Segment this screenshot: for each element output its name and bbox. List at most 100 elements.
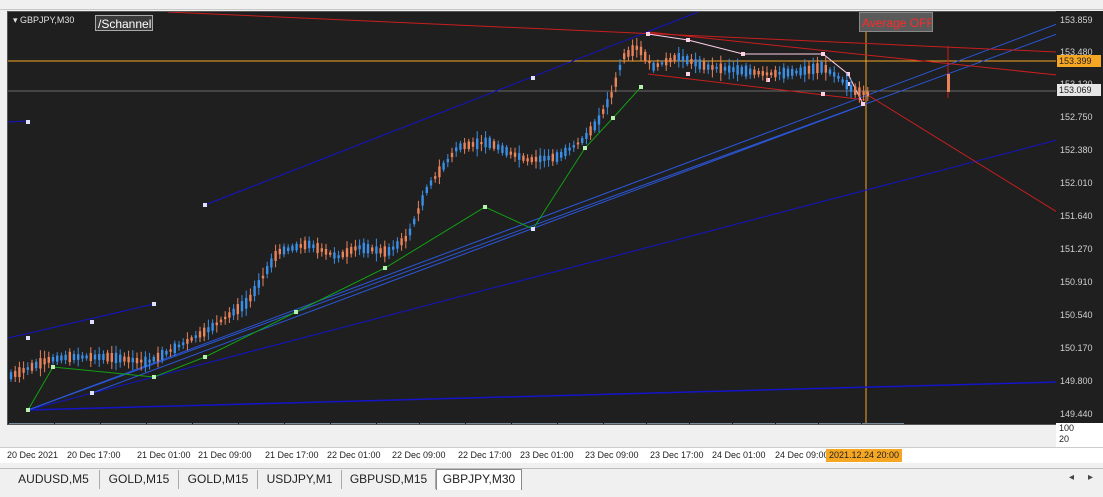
candle-body (274, 251, 277, 261)
candle-body (408, 228, 412, 236)
symbol-button-sp500[interactable]: [SP500] (819, 423, 861, 424)
candle-body (81, 355, 84, 359)
symbol-button-usdjpy[interactable]: USDJPY (512, 423, 557, 424)
symbol-button-dji30[interactable]: [DJI30] (776, 423, 818, 424)
candle-body (476, 138, 479, 150)
candle-body (182, 342, 185, 345)
symbol-button-euraud[interactable]: EURAUD (862, 423, 904, 424)
candle-body (728, 65, 731, 73)
symbol-button-gbpnzd[interactable]: GBPNZD (101, 423, 146, 424)
symbol-button-audusd[interactable]: AUDUSD (147, 423, 192, 424)
candle-body (85, 355, 88, 359)
candle-body (614, 77, 617, 87)
price-label: 150.170 (1060, 343, 1093, 353)
candle-body (165, 351, 168, 355)
symbol-button-eurjpy[interactable]: EURJPY (285, 423, 330, 424)
candle-body (673, 55, 676, 62)
candle-body (652, 62, 655, 71)
candle-body (39, 358, 42, 369)
candle-body (732, 67, 735, 72)
candle-body (530, 157, 533, 163)
line-price-tag: 153.069 (1057, 84, 1101, 96)
tab-gbpjpy-m30[interactable]: GBPJPY,M30 (436, 469, 522, 490)
price-label: 151.270 (1060, 244, 1093, 254)
candle-body (585, 132, 588, 139)
pivot-marker (686, 72, 690, 76)
candle-body (60, 355, 63, 361)
candle-body (123, 356, 126, 362)
candle-body (513, 152, 517, 157)
candle-body (371, 247, 374, 252)
candle-body (173, 343, 176, 354)
candle-body (686, 55, 689, 65)
candle-body (198, 331, 202, 338)
candle-body (665, 58, 668, 66)
time-label: 23 Dec 17:00 (650, 450, 704, 460)
tab-audusd-m5[interactable]: AUDUSD,M5 (8, 470, 100, 489)
candle-body (341, 251, 344, 258)
candle-body (144, 356, 147, 367)
candle-body (522, 155, 525, 161)
symbol-button-usdcad[interactable]: USDCAD (420, 423, 465, 424)
candle-body (791, 69, 794, 76)
candle-body (816, 63, 819, 74)
candle-body (547, 155, 550, 161)
tab-gbpusd-m15[interactable]: GBPUSD,M15 (342, 470, 436, 489)
candle-body (257, 280, 260, 288)
pivot-marker (821, 92, 825, 96)
symbol-button-gbpusd[interactable]: GBPUSD (331, 423, 376, 424)
terminal-window: ▾ GBPJPY,M30 /Schannel Average OFF GBPAU… (0, 0, 1103, 497)
tab-usdjpy-m1[interactable]: USDJPY,M1 (258, 470, 342, 489)
symbol-button-audcad[interactable]: AUDCAD (690, 423, 732, 424)
candle-body (602, 109, 605, 114)
candle-body (778, 71, 781, 75)
candle-body (249, 294, 252, 302)
candle-body (623, 53, 626, 60)
regression-line (27, 23, 1057, 411)
average-off-button[interactable]: Average OFF (859, 12, 933, 32)
schannel-button[interactable]: /Schannel (95, 15, 153, 31)
channel-line (8, 120, 29, 123)
price-axis: 153.859153.480153.120152.750152.380152.0… (1056, 11, 1103, 423)
symbol-button-dax40[interactable]: [DAX40] (604, 423, 646, 424)
channel-line (8, 303, 155, 339)
candle-body (492, 141, 496, 149)
candle-body (471, 142, 475, 147)
red-channel-line (865, 93, 1057, 213)
candle-body (539, 155, 542, 163)
symbol-button-eurusd[interactable]: EURUSD (193, 423, 238, 424)
candle-body (333, 252, 336, 259)
symbol-button-audnzd[interactable]: AUDNZD (733, 423, 775, 424)
symbol-button-gbpcad[interactable]: GBPCAD (55, 423, 100, 424)
candle-body (131, 357, 134, 363)
symbol-button-eurgbp[interactable]: EURGBP (239, 423, 284, 424)
candle-body (190, 337, 193, 341)
candle-body (22, 368, 25, 373)
price-chart[interactable]: ▾ GBPJPY,M30 /Schannel Average OFF GBPAU… (7, 11, 1058, 425)
current-price-tag: 153.399 (1057, 55, 1101, 67)
symbol-button-gbpjpy[interactable]: GBPJPY (377, 423, 419, 424)
symbol-button-usdchf[interactable]: USDCHF (466, 423, 511, 424)
candle-body (782, 67, 785, 79)
candle-body (749, 68, 752, 75)
scroll-right-icon[interactable]: ▸ (1088, 472, 1093, 483)
dropdown-triangle-icon[interactable]: ▾ (13, 15, 18, 25)
candle-body (354, 246, 357, 251)
candle-body (543, 155, 546, 161)
candle-body (18, 367, 21, 378)
candle-body (278, 248, 281, 255)
tab-gold-m15-2[interactable]: GOLD,M15 (179, 470, 258, 489)
scroll-left-icon[interactable]: ◂ (1069, 472, 1074, 483)
symbol-button-nq100[interactable]: [NQ100] (647, 423, 689, 424)
time-label: 23 Dec 01:00 (520, 450, 574, 460)
candle-body (824, 65, 827, 73)
candle-body (463, 142, 466, 150)
candle-body (358, 245, 361, 250)
zigzag-point (611, 116, 615, 120)
candle-body (807, 65, 811, 74)
symbol-title: ▾ GBPJPY,M30 (13, 15, 74, 26)
tab-gold-m15-1[interactable]: GOLD,M15 (100, 470, 179, 489)
symbol-button-gold[interactable]: GOLD (558, 423, 603, 424)
symbol-button-gbpaud[interactable]: GBPAUD (9, 423, 54, 424)
indicator-label-100: 100 (1059, 423, 1075, 433)
